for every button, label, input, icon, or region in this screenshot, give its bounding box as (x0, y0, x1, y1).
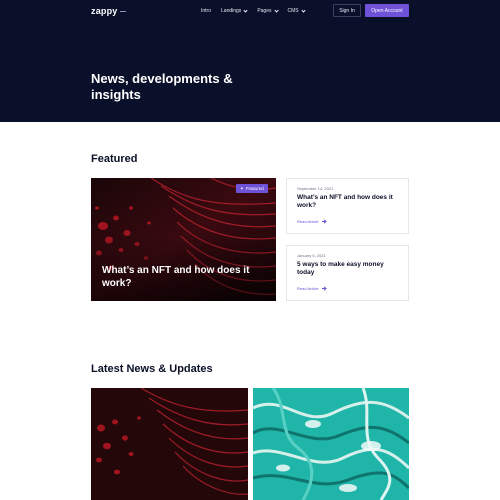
star-icon: ✦ (240, 185, 244, 191)
chevron-down-icon (301, 7, 306, 13)
arrow-right-icon (321, 288, 326, 289)
article-date: January 5, 2021 (297, 253, 326, 258)
read-article-link[interactable]: Read Article (297, 219, 326, 224)
hero-section: zappy Intro Landings Pages CMS Sign In O… (0, 0, 500, 122)
article-title: 5 ways to make easy money today (297, 261, 384, 276)
read-article-label: Read Article (297, 219, 319, 224)
nav-item-cms[interactable]: CMS (287, 7, 306, 14)
featured-badge: ✦ Featured (236, 184, 268, 193)
logo-mark-icon (119, 11, 126, 13)
featured-card-title: What’s an NFT and how does it work? (102, 265, 250, 289)
side-article-card[interactable]: September 14, 2021 What’s an NFT and how… (286, 178, 409, 234)
read-article-link[interactable]: Read Article (297, 286, 326, 291)
nav-item-label: CMS (287, 8, 299, 14)
open-account-button[interactable]: Open Account (365, 4, 409, 17)
article-image (91, 388, 248, 500)
chevron-down-icon (273, 7, 279, 13)
featured-badge-label: Featured (245, 186, 264, 191)
nav-item-label: Pages (257, 8, 272, 14)
nav-item-pages[interactable]: Pages (257, 7, 279, 14)
latest-article-image[interactable] (91, 388, 248, 500)
read-article-label: Read Article (297, 286, 319, 291)
logo-text: zappy (91, 6, 118, 16)
nav-item-landings[interactable]: Landings (221, 7, 248, 14)
nav-item-intro[interactable]: Intro (201, 8, 211, 14)
article-title: What’s an NFT and how does it work? (297, 194, 393, 209)
nav-item-label: Landings (221, 8, 242, 14)
article-image (253, 388, 409, 500)
article-date: September 14, 2021 (297, 186, 334, 191)
latest-section-title: Latest News & Updates (91, 363, 213, 375)
latest-article-image[interactable] (253, 388, 409, 500)
arrow-right-icon (321, 221, 326, 222)
chevron-down-icon (243, 7, 248, 13)
side-article-card[interactable]: January 5, 2021 5 ways to make easy mone… (286, 245, 409, 301)
featured-section-title: Featured (91, 153, 138, 165)
page-title: News, developments & insights (91, 71, 233, 102)
nav-item-label: Intro (201, 8, 212, 14)
logo[interactable]: zappy (91, 6, 126, 16)
sign-in-button[interactable]: Sign In (333, 4, 361, 17)
featured-main-card[interactable]: ✦ Featured What’s an NFT and how does it… (91, 178, 276, 301)
main-nav: Intro Landings Pages CMS (201, 7, 306, 14)
